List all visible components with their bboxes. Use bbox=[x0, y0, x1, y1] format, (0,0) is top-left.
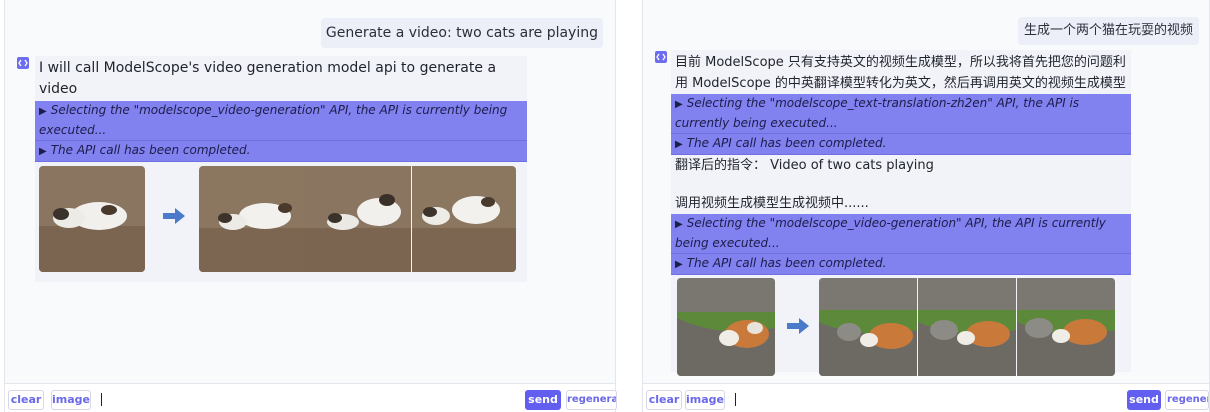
input-frame-image bbox=[677, 278, 775, 376]
right-chat-panel: 生成一个两个猫在玩耍的视频 目前 ModelScope 只有支持英文的视频生成模… bbox=[642, 0, 1210, 412]
api-status-row[interactable]: ▶ The API call has been completed. bbox=[35, 141, 527, 162]
bot-message: 目前 ModelScope 只有支持英文的视频生成模型，所以我将首先把您的问题利… bbox=[671, 50, 1131, 376]
triangle-right-icon: ▶ bbox=[675, 219, 683, 230]
output-frame-image bbox=[199, 166, 305, 272]
video-frames bbox=[671, 278, 1131, 378]
left-chat-panel: Generate a video: two cats are playing I… bbox=[4, 0, 617, 412]
regenerate-button[interactable]: regenerate bbox=[566, 390, 617, 410]
triangle-right-icon: ▶ bbox=[675, 259, 683, 270]
image-button[interactable]: image bbox=[685, 390, 725, 410]
chat-history: Generate a video: two cats are playing I… bbox=[5, 0, 615, 384]
bot-avatar-icon bbox=[655, 51, 667, 63]
bot-message-text: I will call ModelScope's video generatio… bbox=[39, 60, 497, 97]
api-status-text: Selecting the "modelscope_video-generati… bbox=[675, 216, 1106, 250]
generation-status-text: 调用视频生成模型生成视频中...... bbox=[675, 196, 869, 211]
text-input-cursor[interactable] bbox=[735, 393, 736, 406]
input-frame-image bbox=[39, 166, 145, 272]
output-frame-image bbox=[1017, 278, 1115, 376]
triangle-right-icon: ▶ bbox=[39, 106, 47, 117]
translated-instruction: 翻译后的指令： Video of two cats playing bbox=[675, 158, 934, 173]
right-arrow-icon bbox=[163, 208, 185, 228]
send-button[interactable]: send bbox=[525, 390, 561, 410]
clear-button[interactable]: clear bbox=[8, 390, 44, 410]
clear-button[interactable]: clear bbox=[646, 390, 682, 410]
api-status-text: Selecting the "modelscope_text-translati… bbox=[675, 96, 1080, 130]
output-frame-image bbox=[305, 166, 411, 272]
user-message: Generate a video: two cats are playing bbox=[320, 18, 603, 48]
api-status-row[interactable]: ▶ Selecting the "modelscope_video-generat… bbox=[35, 101, 527, 141]
api-status-row[interactable]: ▶ Selecting the "modelscope_video-generat… bbox=[671, 214, 1131, 254]
api-status-row[interactable]: ▶ The API call has been completed. bbox=[671, 134, 1131, 155]
video-frames bbox=[35, 166, 527, 274]
api-status-row[interactable]: ▶ Selecting the "modelscope_text-translat… bbox=[671, 94, 1131, 134]
chat-history: 生成一个两个猫在玩耍的视频 目前 ModelScope 只有支持英文的视频生成模… bbox=[643, 0, 1209, 384]
api-status-text: The API call has been completed. bbox=[50, 143, 251, 157]
api-status-text: Selecting the "modelscope_video-generati… bbox=[39, 103, 508, 137]
input-toolbar: clear image send regenerate bbox=[643, 386, 1209, 412]
send-button[interactable]: send bbox=[1127, 390, 1161, 410]
regenerate-button[interactable]: regenerate bbox=[1165, 390, 1209, 410]
output-frame-image bbox=[412, 166, 516, 272]
bot-avatar-icon bbox=[17, 57, 29, 69]
triangle-right-icon: ▶ bbox=[39, 146, 47, 157]
bot-message-text: 目前 ModelScope 只有支持英文的视频生成模型，所以我将首先把您的问题利… bbox=[675, 55, 1126, 91]
triangle-right-icon: ▶ bbox=[675, 139, 683, 150]
image-button[interactable]: image bbox=[51, 390, 91, 410]
user-message: 生成一个两个猫在玩耍的视频 bbox=[1017, 17, 1199, 45]
api-status-row[interactable]: ▶ The API call has been completed. bbox=[671, 254, 1131, 275]
bot-message: I will call ModelScope's video generatio… bbox=[35, 56, 527, 282]
right-arrow-icon bbox=[787, 318, 809, 338]
input-toolbar: clear image send regenerate bbox=[5, 386, 617, 412]
triangle-right-icon: ▶ bbox=[675, 99, 683, 110]
text-input-cursor[interactable] bbox=[101, 393, 102, 406]
api-status-text: The API call has been completed. bbox=[686, 256, 887, 270]
output-frame-image bbox=[819, 278, 917, 376]
output-frame-image bbox=[918, 278, 1016, 376]
api-status-text: The API call has been completed. bbox=[686, 136, 887, 150]
